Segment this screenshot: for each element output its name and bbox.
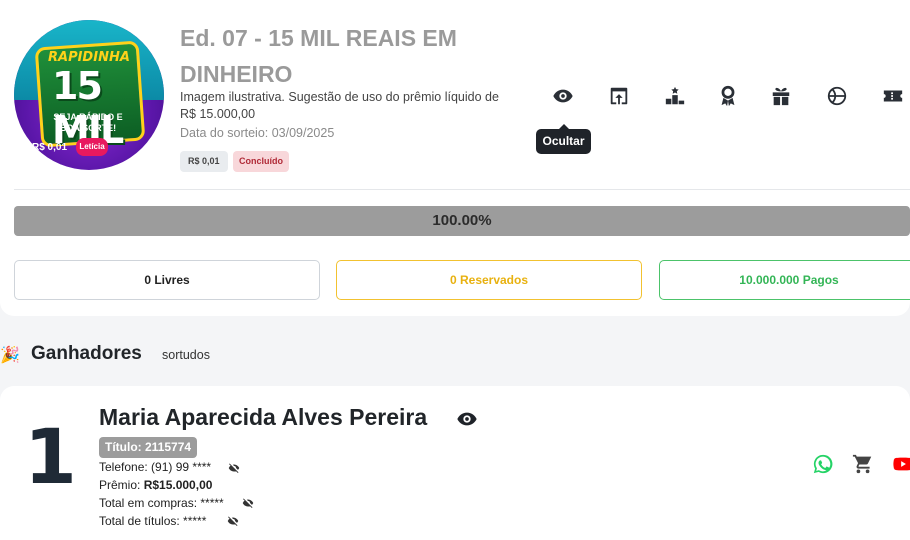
eye-icon[interactable] bbox=[455, 408, 479, 435]
thumbnail-price: R$ 0,01 bbox=[32, 142, 68, 153]
podium-icon[interactable] bbox=[661, 82, 689, 110]
prize-label: Prêmio: bbox=[99, 478, 141, 492]
winners-title: Ganhadores bbox=[31, 343, 142, 364]
raffle-title: Ed. 07 - 15 MIL REAIS EM DINHEIRO bbox=[180, 25, 457, 87]
gift-icon[interactable] bbox=[767, 82, 795, 110]
whatsapp-icon[interactable] bbox=[812, 453, 836, 477]
stat-reserved[interactable]: 0 Reservados bbox=[336, 260, 642, 300]
phone-value: (91) 99 **** bbox=[151, 460, 212, 474]
winner-titles: Total de títulos: ***** bbox=[99, 514, 207, 528]
tooltip-hide: Ocultar bbox=[536, 124, 591, 154]
raffle-thumbnail: RAPIDINHA 15 MIL SEJA RÁPIDO E BOA SORTE… bbox=[14, 20, 164, 170]
progress-label: 100.00% bbox=[432, 212, 492, 229]
thumbnail-top-text: RAPIDINHA bbox=[48, 50, 130, 65]
eye-slash-icon[interactable] bbox=[242, 496, 254, 508]
winners-subtitle: sortudos bbox=[162, 348, 210, 362]
price-badge: R$ 0,01 bbox=[180, 151, 228, 172]
thumbnail-big-text: 15 MIL bbox=[52, 64, 124, 152]
eye-slash-icon[interactable] bbox=[228, 461, 240, 473]
prize-value: R$15.000,00 bbox=[143, 478, 213, 492]
eye-slash-icon[interactable] bbox=[227, 514, 239, 526]
stat-free[interactable]: 0 Livres bbox=[14, 260, 320, 300]
thumbnail-slogan: SEJA RÁPIDO E BOA SORTE! bbox=[53, 112, 123, 133]
raffle-description: Imagem ilustrativa. Sugestão de uso do p… bbox=[180, 90, 499, 121]
award-icon[interactable] bbox=[714, 82, 742, 110]
divider bbox=[14, 189, 910, 190]
stat-paid[interactable]: 10.000.000 Pagos bbox=[659, 260, 910, 300]
party-popper-icon: 🎉 bbox=[0, 347, 20, 364]
raffle-card: RAPIDINHA 15 MIL SEJA RÁPIDO E BOA SORTE… bbox=[0, 0, 910, 316]
basketball-icon[interactable] bbox=[823, 82, 851, 110]
youtube-icon[interactable] bbox=[892, 453, 910, 477]
ticket-icon[interactable] bbox=[879, 82, 907, 110]
cart-icon[interactable] bbox=[852, 453, 876, 477]
winner-rank: 1 bbox=[24, 412, 77, 501]
thumbnail-brand-logo: Letícia bbox=[76, 138, 108, 156]
status-badge: Concluído bbox=[233, 151, 289, 172]
winner-phone: Telefone: (91) 99 **** bbox=[99, 460, 211, 474]
sales-progress-bar: 100.00% bbox=[14, 206, 910, 236]
winner-ticket-badge: Título: 2115774 bbox=[99, 437, 198, 458]
winner-purchases: Total em compras: ***** bbox=[99, 496, 224, 510]
draw-date: Data do sorteio: 03/09/2025 bbox=[180, 126, 335, 140]
winner-name: Maria Aparecida Alves Pereira bbox=[99, 404, 428, 430]
winner-prize: Prêmio: R$15.000,00 bbox=[99, 478, 212, 492]
phone-label: Telefone: bbox=[99, 460, 148, 474]
open-external-icon[interactable] bbox=[605, 82, 633, 110]
eye-icon[interactable] bbox=[549, 82, 577, 110]
